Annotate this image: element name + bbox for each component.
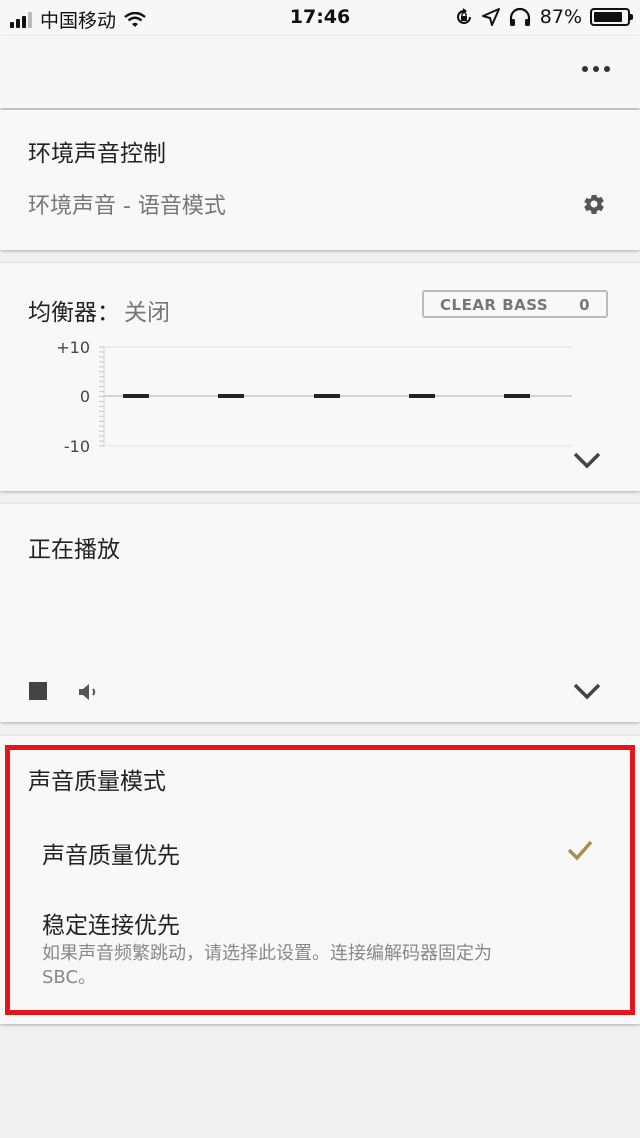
gear-icon[interactable] [582,192,606,216]
status-bar: 中国移动 17:46 87% [0,0,640,36]
battery-percent: 87% [539,6,582,28]
ambient-sound-mode: 环境声音 - 语音模式 [28,194,226,219]
chevron-down-icon[interactable] [573,451,601,469]
now-playing-title: 正在播放 [28,537,120,563]
eq-band-handle [123,394,149,398]
speaker-icon[interactable] [78,680,102,704]
ambient-sound-title: 环境声音控制 [28,141,166,167]
ambient-sound-card[interactable]: 环境声音控制 环境声音 - 语音模式 [0,110,640,250]
headphones-icon [509,7,530,26]
status-right: 87% [454,6,633,28]
chevron-down-icon[interactable] [573,682,601,700]
location-icon [481,8,500,26]
eq-band-handle [504,394,530,398]
equalizer-graph[interactable] [0,263,640,491]
stop-icon[interactable] [29,682,47,700]
eq-band-handle [218,394,244,398]
rotation-lock-icon [456,8,471,24]
eq-band-handle [409,394,435,398]
battery-icon [590,8,633,26]
eq-band-handle [314,394,340,398]
equalizer-card: 均衡器： 关闭 CLEAR BASS 0 +10 0 -10 [0,263,640,491]
now-playing-card: 正在播放 [0,504,640,722]
top-app-bar [0,36,640,108]
more-horizontal-icon[interactable] [582,66,610,72]
highlight-frame [5,745,635,1015]
